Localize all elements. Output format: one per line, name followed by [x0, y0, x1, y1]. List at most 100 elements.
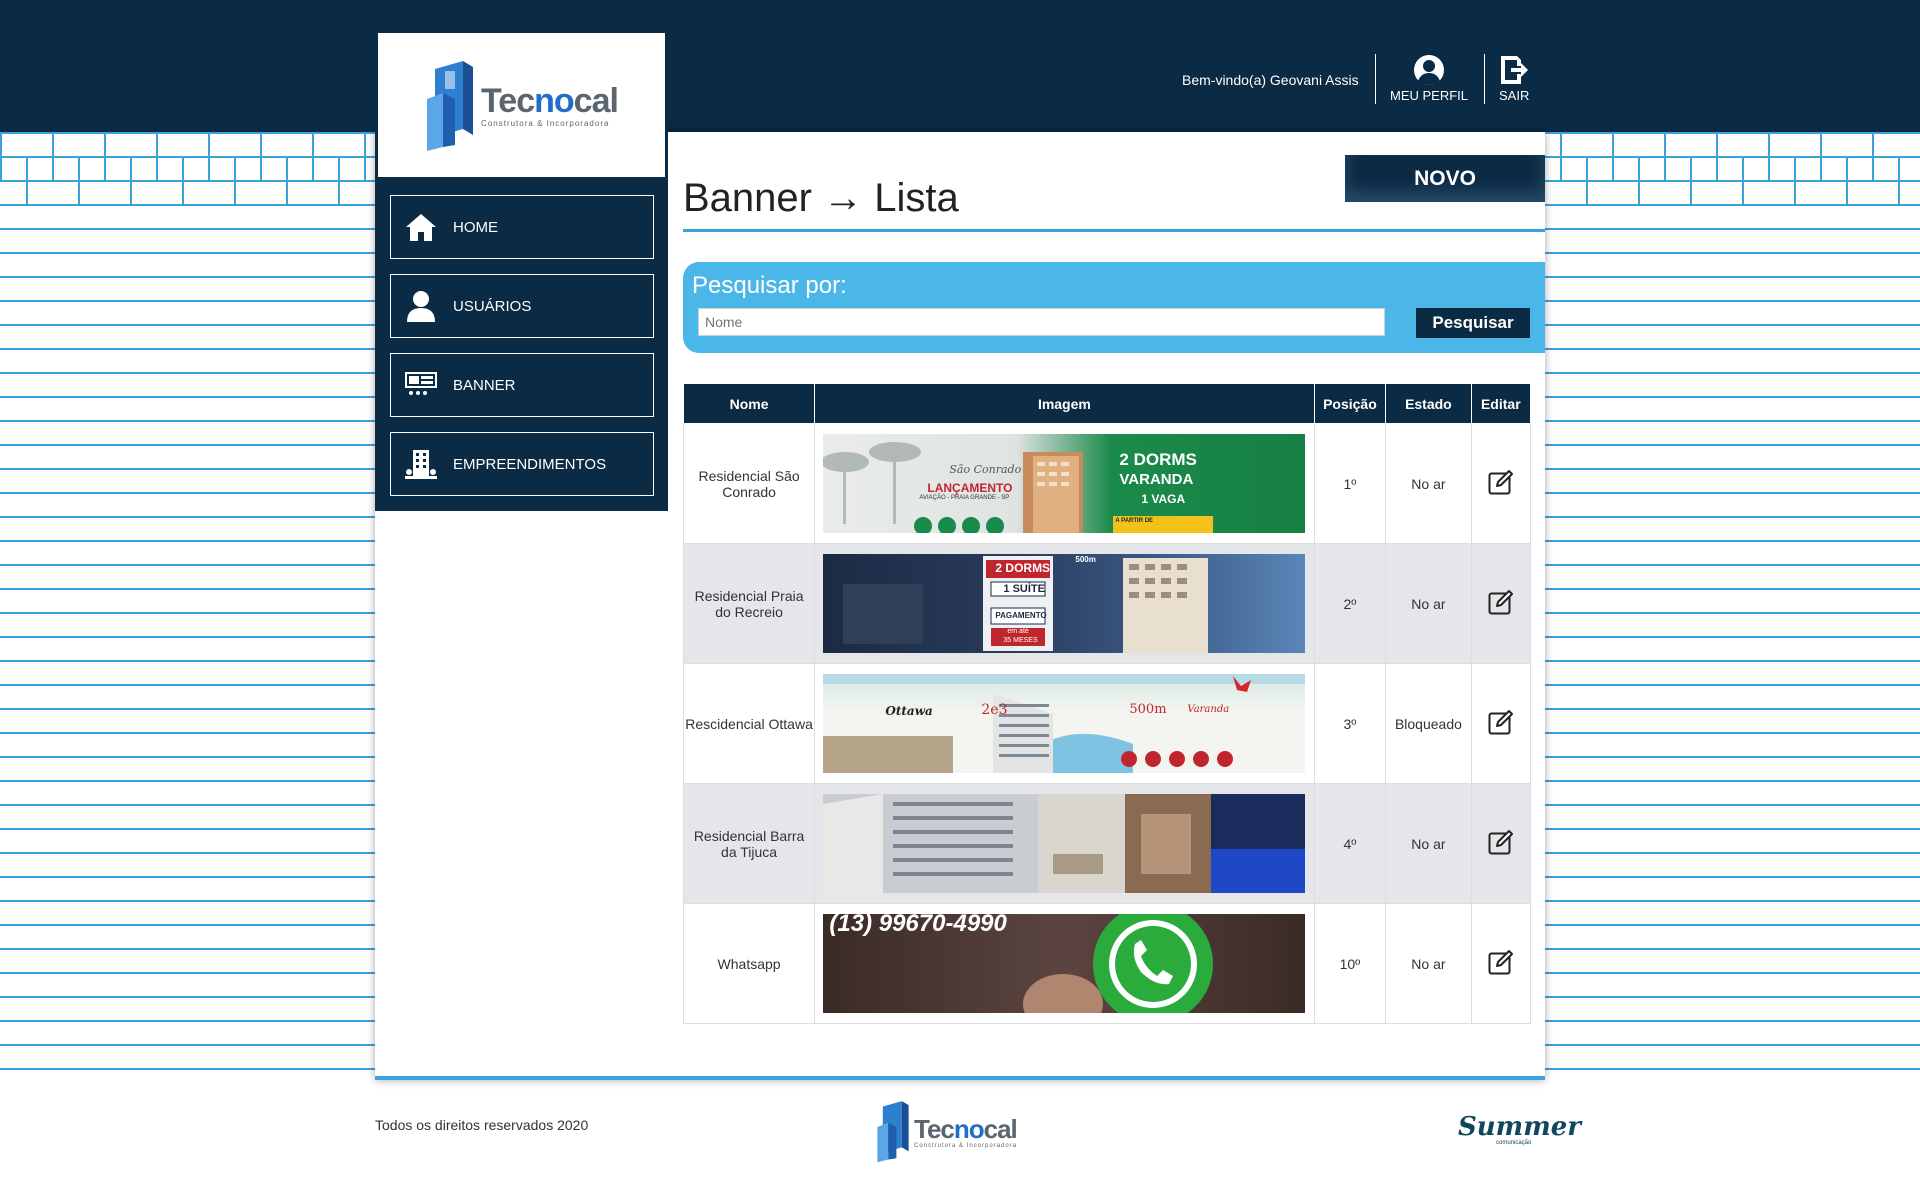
- search-input[interactable]: [698, 308, 1385, 336]
- banner-text: em até: [1007, 628, 1029, 635]
- column-header-imagem: Imagem: [814, 383, 1315, 424]
- table-header-row: Nome Imagem Posição Estado Editar: [682, 383, 1532, 424]
- sidebar-item-label: HOME: [453, 218, 498, 236]
- table-row: Rescidencial Ottawa Ottawa 2e3 500m Vara…: [682, 663, 1532, 784]
- table-row: Whatsapp (13) 99670-4990 10º No ar: [682, 903, 1532, 1024]
- column-header-estado: Estado: [1385, 383, 1472, 424]
- banner-text: São Conrado: [949, 463, 1022, 476]
- banner-thumbnail[interactable]: 2 DORMS 1 SUÍTE PAGAMENTO em até 35 MESE…: [823, 554, 1306, 653]
- top-bar: [0, 0, 1920, 132]
- edit-icon[interactable]: [1488, 709, 1514, 735]
- cell-imagem: (13) 99670-4990: [814, 903, 1315, 1024]
- header-divider: [1484, 54, 1485, 104]
- banner-text: VARANDA: [1119, 471, 1194, 488]
- agency-logo[interactable]: Summer: [1458, 1112, 1581, 1142]
- user-icon: [405, 290, 437, 322]
- title-underline: [683, 229, 1545, 232]
- edit-icon[interactable]: [1488, 949, 1514, 975]
- banner-text: 500m: [1075, 555, 1096, 564]
- cell-posicao: 3º: [1313, 663, 1387, 784]
- banner-text: 35 MESES: [1003, 637, 1038, 644]
- sidebar-item-banner[interactable]: BANNER: [390, 353, 654, 417]
- sidebar-item-label: EMPREENDIMENTOS: [453, 455, 607, 473]
- table-row: Residencial Barra da Tijuca 4º No ar: [682, 783, 1532, 904]
- profile-button[interactable]: MEU PERFIL: [1390, 54, 1468, 103]
- column-header-editar: Editar: [1470, 383, 1532, 424]
- cell-posicao: 2º: [1313, 543, 1387, 664]
- cell-nome: Rescidencial Ottawa: [682, 663, 816, 784]
- cell-editar: [1470, 783, 1532, 904]
- brand-logo[interactable]: Tecnocal Construtora & Incorporadora: [378, 33, 665, 177]
- banner-thumbnail[interactable]: [823, 794, 1306, 893]
- banner-text: A PARTIR DE: [1115, 518, 1154, 524]
- cell-nome: Whatsapp: [682, 903, 816, 1024]
- cell-editar: [1470, 423, 1532, 544]
- banner-text: (13) 99670-4990: [829, 914, 1007, 937]
- cell-estado: No ar: [1385, 423, 1472, 544]
- banner-text: 1 SUÍTE: [1003, 583, 1045, 595]
- profile-label: MEU PERFIL: [1390, 88, 1469, 103]
- cell-editar: [1470, 543, 1532, 664]
- banner-text: 2 DORMS: [995, 561, 1051, 575]
- search-button[interactable]: Pesquisar: [1416, 308, 1530, 338]
- cell-imagem: [814, 783, 1315, 904]
- cell-editar: [1470, 903, 1532, 1024]
- welcome-text: Bem-vindo(a) Geovani Assis: [1182, 72, 1359, 88]
- banner-text: 500m: [1129, 702, 1167, 717]
- banner-text: 1 VAGA: [1141, 492, 1186, 506]
- logout-icon: [1501, 56, 1529, 84]
- banner-text: 2e3: [981, 702, 1008, 718]
- profile-icon: [1414, 55, 1444, 85]
- sidebar-item-home[interactable]: HOME: [390, 195, 654, 259]
- table-row: Residencial Praia do Recreio 2 DORMS 1 S…: [682, 543, 1532, 664]
- edit-icon[interactable]: [1488, 829, 1514, 855]
- new-banner-button[interactable]: NOVO: [1345, 155, 1545, 202]
- cell-nome: Residencial São Conrado: [682, 423, 816, 544]
- cell-imagem: Ottawa 2e3 500m Varanda: [814, 663, 1315, 784]
- tecnocal-logo-icon: [427, 61, 474, 151]
- logout-label: SAIR: [1499, 88, 1530, 103]
- edit-icon[interactable]: [1488, 589, 1514, 615]
- banner-text: 2 DORMS: [1119, 450, 1197, 469]
- cell-estado: No ar: [1385, 783, 1472, 904]
- banner-text: AVIAÇÃO - PRAIA GRANDE - SP: [919, 495, 1010, 501]
- header-divider: [1375, 54, 1376, 104]
- column-header-posicao: Posição: [1313, 383, 1387, 424]
- brand-tagline: Construtora & Incorporadora: [914, 1142, 1018, 1149]
- cell-estado: No ar: [1385, 543, 1472, 664]
- brand-tagline: Construtora & Incorporadora: [481, 119, 610, 128]
- cell-nome: Residencial Barra da Tijuca: [682, 783, 816, 904]
- sidebar-item-label: USUÁRIOS: [453, 297, 532, 315]
- search-label: Pesquisar por:: [692, 272, 847, 299]
- logout-button[interactable]: SAIR: [1499, 54, 1529, 103]
- banner-text: Ottawa: [885, 704, 933, 718]
- cell-estado: Bloqueado: [1385, 663, 1472, 784]
- table-row: Residencial São Conrado São Conrado LANÇ…: [682, 423, 1532, 544]
- column-header-nome: Nome: [682, 383, 816, 424]
- footer-brand-logo: Tecnocal Construtora & Incorporadora: [876, 1098, 1018, 1164]
- brand-wordmark: Tecnocal: [914, 1113, 1018, 1144]
- banner-text: LANÇAMENTO: [927, 481, 1013, 495]
- banner-icon: [405, 369, 437, 401]
- banner-table: Nome Imagem Posição Estado Editar Reside…: [682, 383, 1532, 1024]
- building-icon: [405, 448, 437, 480]
- cell-estado: No ar: [1385, 903, 1472, 1024]
- edit-icon[interactable]: [1488, 469, 1514, 495]
- home-icon: [405, 211, 437, 243]
- sidebar-item-usuarios[interactable]: USUÁRIOS: [390, 274, 654, 338]
- banner-text: PAGAMENTO: [995, 611, 1047, 620]
- banner-text: Varanda: [1187, 704, 1230, 715]
- cell-posicao: 10º: [1313, 903, 1387, 1024]
- cell-posicao: 1º: [1313, 423, 1387, 544]
- banner-thumbnail[interactable]: Ottawa 2e3 500m Varanda: [823, 674, 1306, 773]
- sidebar-item-empreendimentos[interactable]: EMPREENDIMENTOS: [390, 432, 654, 496]
- sidebar-item-label: BANNER: [453, 376, 516, 394]
- page-title: Banner → Lista: [683, 176, 959, 220]
- cell-imagem: 2 DORMS 1 SUÍTE PAGAMENTO em até 35 MESE…: [814, 543, 1315, 664]
- cell-editar: [1470, 663, 1532, 784]
- brand-wordmark: Tecnocal: [481, 82, 619, 120]
- banner-thumbnail[interactable]: São Conrado LANÇAMENTO AVIAÇÃO - PRAIA G…: [823, 434, 1306, 533]
- banner-thumbnail[interactable]: (13) 99670-4990: [823, 914, 1306, 1013]
- copyright-text: Todos os direitos reservados 2020: [375, 1117, 589, 1133]
- agency-tagline: comunicação: [1496, 1140, 1532, 1146]
